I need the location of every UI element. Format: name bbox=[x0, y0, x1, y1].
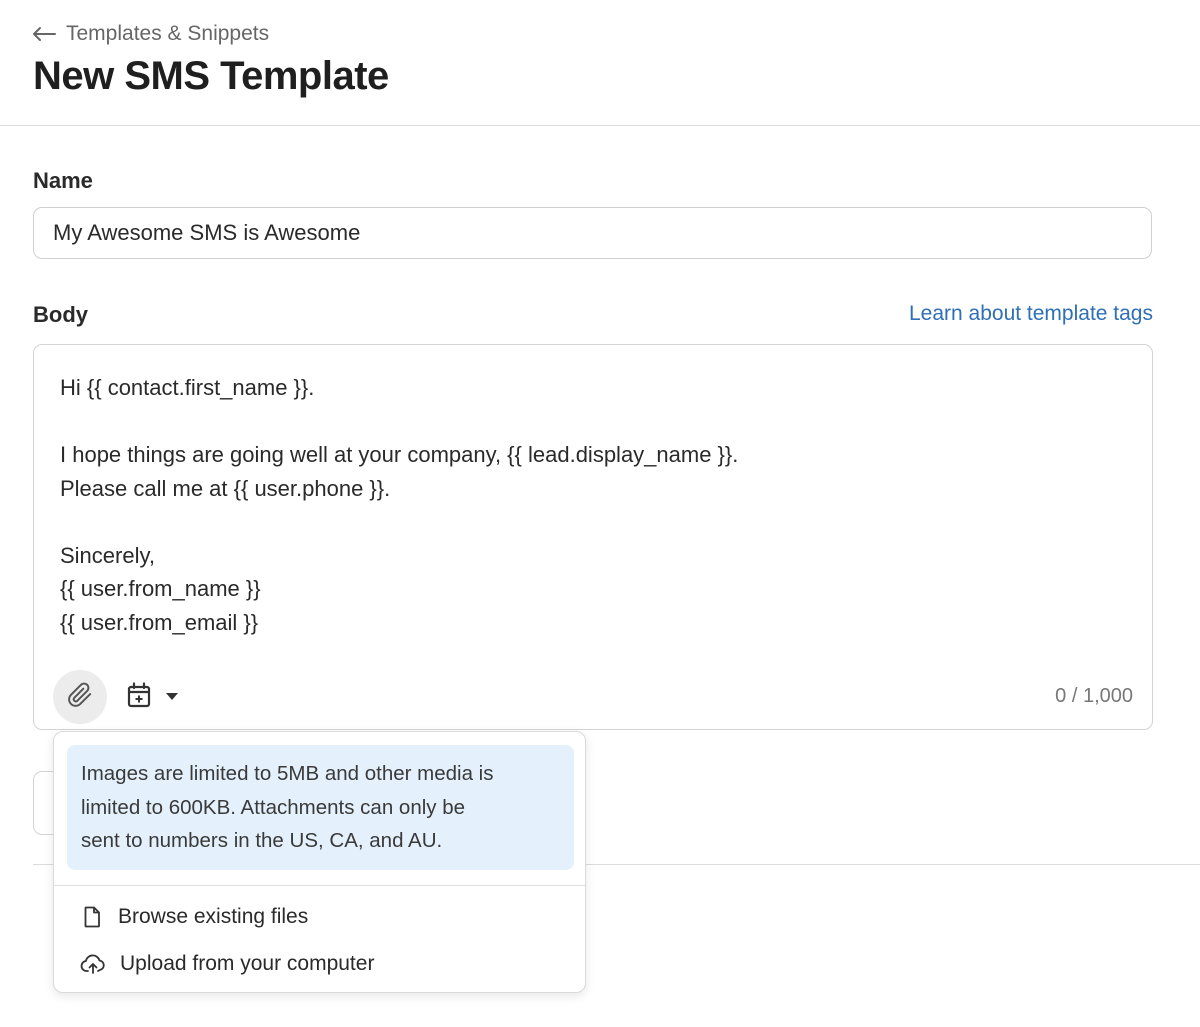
caret-down-icon bbox=[165, 688, 179, 706]
body-line: {{ user.from_name }} bbox=[60, 576, 261, 601]
name-label: Name bbox=[33, 168, 93, 193]
body-text[interactable]: Hi {{ contact.first_name }}. I hope thin… bbox=[60, 371, 1126, 639]
attach-button[interactable] bbox=[53, 670, 107, 724]
menu-item-label: Browse existing files bbox=[118, 905, 309, 928]
attachment-limits-notice: Images are limited to 5MB and other medi… bbox=[67, 745, 574, 870]
insert-calendar-dropdown[interactable] bbox=[127, 681, 179, 713]
back-link[interactable]: Templates & Snippets bbox=[32, 20, 269, 48]
body-label: Body bbox=[33, 302, 88, 327]
body-line bbox=[60, 505, 1126, 539]
learn-template-tags-link[interactable]: Learn about template tags bbox=[909, 302, 1153, 326]
body-line: Please call me at {{ user.phone }}. bbox=[60, 475, 391, 501]
body-line: {{ user.from_email }} bbox=[60, 609, 259, 635]
page-title: New SMS Template bbox=[33, 54, 389, 98]
body-line bbox=[60, 405, 1126, 439]
back-link-label: Templates & Snippets bbox=[66, 22, 270, 45]
paperclip-icon bbox=[67, 682, 93, 713]
popover-divider bbox=[54, 885, 585, 886]
file-icon bbox=[80, 905, 104, 929]
body-line: Sincerely, bbox=[60, 542, 155, 568]
body-line: I hope things are going well at your com… bbox=[60, 442, 739, 467]
menu-item-label: Upload from your computer bbox=[120, 952, 375, 975]
browse-existing-files-item[interactable]: Browse existing files bbox=[80, 900, 573, 934]
body-editor[interactable]: Hi {{ contact.first_name }}. I hope thin… bbox=[33, 344, 1153, 730]
calendar-plus-icon bbox=[127, 681, 151, 713]
attachment-popover: Images are limited to 5MB and other medi… bbox=[53, 731, 586, 993]
notice-line: sent to numbers in the US, CA, and AU. bbox=[81, 829, 443, 852]
body-line: Hi {{ contact.first_name }}. bbox=[60, 375, 315, 400]
upload-from-computer-item[interactable]: Upload from your computer bbox=[80, 947, 573, 981]
character-count: 0 / 1,000 bbox=[1055, 685, 1133, 707]
notice-line: Images are limited to 5MB and other medi… bbox=[81, 762, 494, 785]
name-input[interactable] bbox=[33, 207, 1152, 259]
notice-line: limited to 600KB. Attachments can only b… bbox=[81, 795, 466, 819]
arrow-left-icon bbox=[32, 26, 56, 42]
cloud-upload-icon bbox=[80, 952, 106, 976]
header-divider bbox=[0, 125, 1200, 126]
